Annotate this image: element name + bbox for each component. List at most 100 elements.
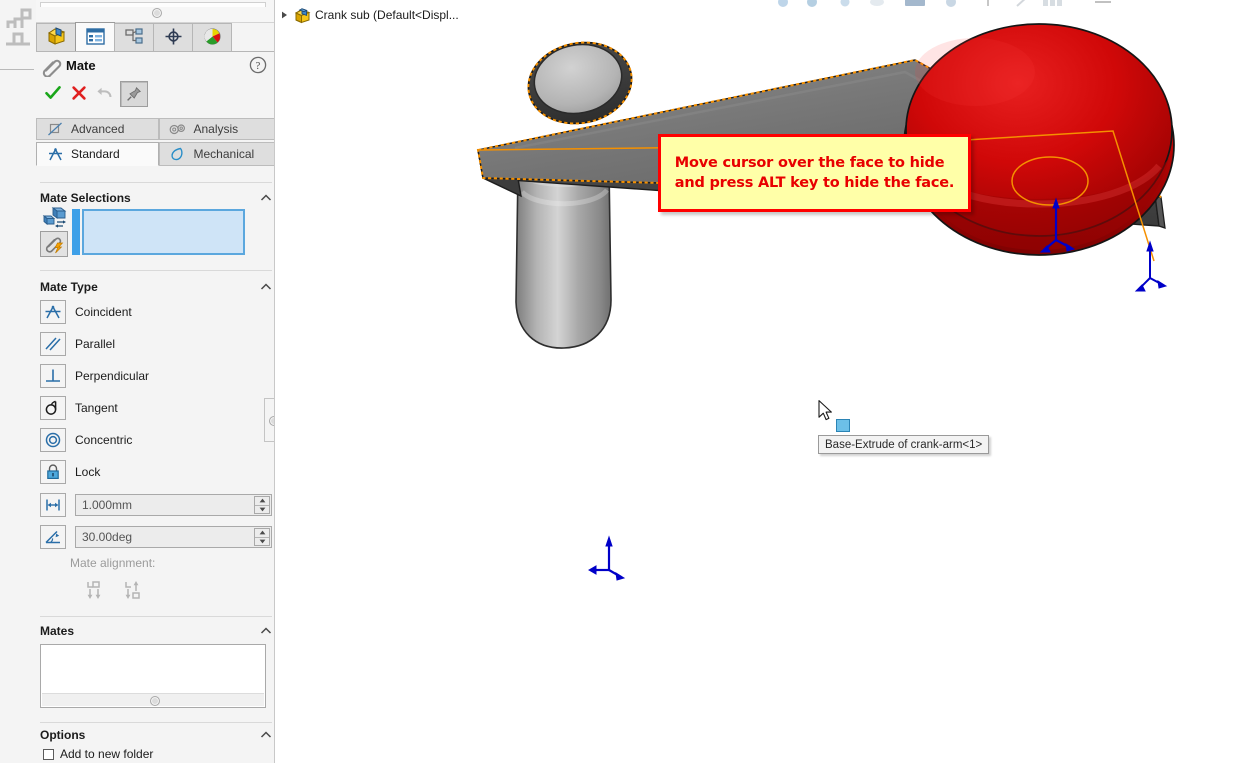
angle-input[interactable] bbox=[76, 529, 271, 545]
undo-button bbox=[92, 80, 118, 106]
mate-selection-accent-bar bbox=[72, 209, 80, 255]
tab-standard-label: Standard bbox=[71, 147, 120, 161]
mate-selection-input[interactable] bbox=[82, 209, 245, 255]
tab-analysis-label: Analysis bbox=[194, 122, 239, 136]
configuration-icon bbox=[124, 27, 145, 49]
property-manager-panel: Mate ? bbox=[0, 0, 275, 763]
panel-top-splitter[interactable] bbox=[36, 0, 274, 23]
mate-mode-tabs-row-standard: Standard Mechanical bbox=[36, 142, 275, 166]
standard-mate-icon bbox=[45, 146, 65, 162]
panel-vertical-splitter[interactable] bbox=[264, 398, 275, 442]
chevron-up-icon[interactable] bbox=[259, 280, 273, 294]
chevron-up-icon[interactable] bbox=[259, 728, 273, 742]
mate-type-parallel[interactable]: Parallel bbox=[40, 330, 272, 358]
splitter-grip-dot[interactable] bbox=[152, 8, 162, 18]
divider-above-options bbox=[40, 722, 272, 723]
tab-feature-manager[interactable] bbox=[36, 23, 76, 52]
angle-spinner[interactable] bbox=[254, 528, 270, 546]
mates-list[interactable] bbox=[40, 644, 266, 708]
distance-spinner[interactable] bbox=[254, 496, 270, 514]
angle-field-wrapper[interactable] bbox=[75, 526, 272, 548]
mates-grip-dot[interactable] bbox=[150, 696, 160, 706]
mate-type-perpendicular[interactable]: Perpendicular bbox=[40, 362, 272, 390]
tab-configuration-manager[interactable] bbox=[114, 23, 154, 52]
page-title: Mate bbox=[66, 58, 96, 73]
analysis-mate-icon bbox=[168, 121, 188, 137]
distance-mate-icon bbox=[40, 493, 66, 517]
crank-arm-hole bbox=[521, 34, 638, 132]
tab-standard-mates[interactable]: Standard bbox=[36, 142, 159, 166]
splitter-track bbox=[40, 2, 266, 7]
distance-spinner-down[interactable] bbox=[255, 506, 269, 514]
tabstrip-underline bbox=[36, 51, 275, 52]
quick-mate-paperclip-icon[interactable] bbox=[40, 231, 68, 257]
property-manager-header: Mate ? bbox=[36, 53, 275, 79]
accept-ok-button[interactable] bbox=[40, 80, 66, 106]
divider-above-mate-selections bbox=[40, 182, 272, 183]
angle-spinner-up[interactable] bbox=[255, 529, 269, 537]
angle-mate-icon bbox=[40, 525, 66, 549]
options-title: Options bbox=[40, 728, 85, 742]
keep-visible-pin-button[interactable] bbox=[120, 81, 148, 107]
face-hover-tooltip: Base-Extrude of crank-arm<1> bbox=[818, 435, 989, 454]
property-manager-tabs bbox=[36, 22, 236, 52]
entities-to-mate-icon bbox=[42, 207, 68, 229]
parallel-mate-icon bbox=[40, 332, 66, 356]
chevron-up-icon[interactable] bbox=[259, 191, 273, 205]
add-to-new-folder-checkbox[interactable] bbox=[43, 749, 54, 760]
angle-spinner-down[interactable] bbox=[255, 538, 269, 546]
lock-mate-icon bbox=[40, 460, 66, 484]
mate-type-tangent-label: Tangent bbox=[75, 401, 118, 415]
distance-field-wrapper[interactable] bbox=[75, 494, 272, 516]
chevron-up-icon[interactable] bbox=[259, 624, 273, 638]
mate-type-lock-label: Lock bbox=[75, 465, 100, 479]
mate-type-title: Mate Type bbox=[40, 280, 98, 294]
property-manager-actions bbox=[36, 80, 275, 108]
origin-triad-arm-end bbox=[1136, 242, 1166, 291]
angle-row bbox=[40, 525, 272, 549]
tab-advanced-mates[interactable]: Advanced bbox=[36, 118, 159, 140]
distance-input[interactable] bbox=[76, 497, 271, 513]
tab-property-manager[interactable] bbox=[75, 22, 115, 52]
add-to-new-folder-label: Add to new folder bbox=[60, 747, 153, 761]
mate-type-coincident[interactable]: Coincident bbox=[40, 298, 272, 326]
mate-type-lock[interactable]: Lock bbox=[40, 458, 272, 486]
section-header-options[interactable]: Options bbox=[40, 726, 273, 744]
divider-above-mates bbox=[40, 616, 272, 617]
mate-type-concentric[interactable]: Concentric bbox=[40, 426, 272, 454]
mate-alignment-label: Mate alignment: bbox=[70, 556, 270, 570]
distance-spinner-up[interactable] bbox=[255, 497, 269, 505]
divider-above-mate-type bbox=[40, 270, 272, 271]
distance-row bbox=[40, 493, 272, 517]
mate-type-coincident-label: Coincident bbox=[75, 305, 132, 319]
mate-mode-tabs-row-advanced: Advanced Analysis bbox=[36, 118, 275, 140]
instruction-callout-text: Move cursor over the face to hide and pr… bbox=[675, 153, 954, 193]
origin-triad-shaft bbox=[589, 537, 624, 580]
mate-type-perpendicular-label: Perpendicular bbox=[75, 369, 149, 383]
help-icon[interactable]: ? bbox=[249, 56, 267, 74]
perpendicular-mate-icon bbox=[40, 364, 66, 388]
mouse-cursor-icon bbox=[818, 400, 834, 422]
tab-analysis-mates[interactable]: Analysis bbox=[159, 118, 276, 140]
mechanical-mate-icon bbox=[168, 146, 188, 162]
crosshair-target-icon bbox=[163, 27, 184, 49]
graphics-viewport[interactable]: Crank sub (Default<Displ... bbox=[275, 0, 1239, 763]
aligned-button[interactable] bbox=[84, 578, 110, 602]
crank-assembly-model[interactable] bbox=[275, 0, 1239, 763]
tab-advanced-label: Advanced bbox=[71, 122, 124, 136]
anti-aligned-button[interactable] bbox=[122, 578, 148, 602]
tangent-mate-icon bbox=[40, 396, 66, 420]
tab-dimxpert-manager[interactable] bbox=[153, 23, 193, 52]
mate-type-tangent[interactable]: Tangent bbox=[40, 394, 272, 422]
cancel-button[interactable] bbox=[66, 80, 92, 106]
mates-list-resize-grip[interactable] bbox=[42, 693, 264, 706]
section-header-mates[interactable]: Mates bbox=[40, 622, 273, 640]
mate-selection-icon-group bbox=[40, 207, 70, 259]
mate-type-parallel-label: Parallel bbox=[75, 337, 115, 351]
concentric-mate-icon bbox=[40, 428, 66, 452]
tab-display-manager[interactable] bbox=[192, 23, 232, 52]
section-header-mate-selections[interactable]: Mate Selections bbox=[40, 189, 273, 207]
tab-mechanical-mates[interactable]: Mechanical bbox=[159, 142, 276, 166]
section-header-mate-type[interactable]: Mate Type bbox=[40, 278, 273, 296]
face-selection-swatch-icon bbox=[836, 419, 850, 432]
